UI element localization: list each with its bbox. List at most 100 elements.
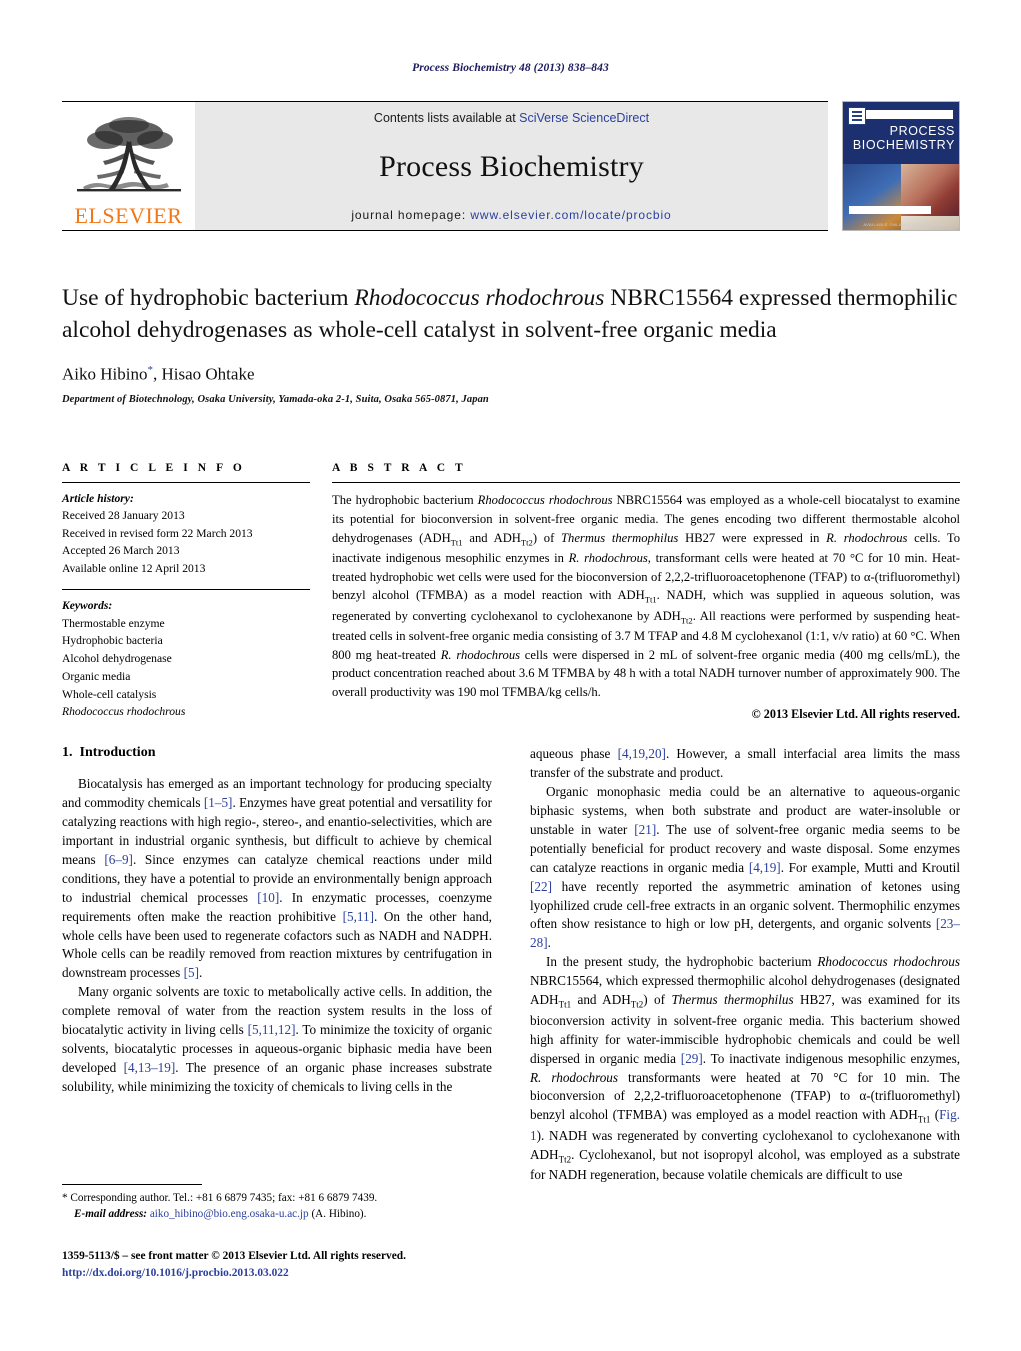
citation-link[interactable]: [22] — [530, 879, 552, 894]
abs-seg: ) of — [532, 530, 562, 545]
paragraph: aqueous phase [4,19,20]. However, a smal… — [530, 745, 960, 783]
cover-photo-left — [843, 164, 901, 230]
title-species: Rhodococcus rhodochrous — [354, 285, 605, 311]
text-seg: . — [198, 965, 203, 981]
title-part1: Use of hydrophobic bacterium — [62, 285, 355, 311]
cover-title-line2: BIOCHEMISTRY — [852, 138, 955, 153]
paragraph: Biocatalysis has emerged as an important… — [62, 775, 492, 983]
paragraph: In the present study, the hydrophobic ba… — [530, 953, 960, 1185]
citation-link[interactable]: [4,13–19] — [124, 1060, 176, 1075]
history-item: Received in revised form 22 March 2013 — [62, 526, 253, 540]
history-item: Available online 12 April 2013 — [62, 561, 206, 575]
elsevier-tree-icon — [76, 117, 181, 192]
email-label: E-mail address: — [74, 1207, 148, 1220]
abs-subscript: Tt2 — [520, 537, 533, 548]
journal-cover-thumbnail[interactable]: PROCESS BIOCHEMISTRY AVAILABLE ONLINE AT… — [842, 101, 960, 231]
paragraph: Many organic solvents are toxic to metab… — [62, 983, 492, 1097]
text-seg: . — [547, 935, 551, 951]
keyword-item-italic: Rhodococcus rhodochrous — [62, 705, 186, 719]
footnote-email-line: E-mail address: aiko_hibino@bio.eng.osak… — [62, 1207, 492, 1223]
keyword-item: Alcohol dehydrogenase — [62, 652, 172, 666]
homepage-prefix: journal homepage: — [351, 208, 471, 222]
footnote-contact-text: Corresponding author. Tel.: +81 6 6879 7… — [67, 1192, 378, 1204]
history-item: Accepted 26 March 2013 — [62, 544, 180, 558]
keyword-item: Whole-cell catalysis — [62, 687, 157, 701]
abs-seg: HB27 were expressed in — [678, 530, 827, 545]
species-name: Thermus thermophilus — [671, 992, 794, 1008]
abstract-copyright: © 2013 Elsevier Ltd. All rights reserved… — [751, 706, 960, 721]
paper-page: Process Biochemistry 48 (2013) 838–843 E… — [0, 0, 1021, 1351]
citation-link[interactable]: [4,19] — [749, 860, 781, 875]
sciencedirect-link[interactable]: SciVerse ScienceDirect — [519, 111, 649, 125]
abstract-heading: A B S T R A C T — [332, 462, 467, 474]
citation-link[interactable]: [5,11,12] — [248, 1022, 296, 1037]
footnote-rule — [62, 1184, 202, 1185]
text-seg: . To inactivate indigenous mesophilic en… — [702, 1050, 960, 1066]
body-column-right: aqueous phase [4,19,20]. However, a smal… — [530, 745, 960, 1185]
citation-link[interactable]: [5] — [184, 965, 199, 980]
affiliation: Department of Biotechnology, Osaka Unive… — [62, 394, 489, 406]
title-block: Use of hydrophobic bacterium Rhodococcus… — [62, 282, 960, 405]
text-seg: ) of — [643, 992, 672, 1008]
homepage-url-link[interactable]: www.elsevier.com/locate/procbio — [470, 208, 671, 222]
running-head: Process Biochemistry 48 (2013) 838–843 — [412, 62, 609, 74]
citation-link[interactable]: [29] — [681, 1051, 703, 1066]
body-columns: 1. Introduction Biocatalysis has emerged … — [62, 745, 960, 1185]
citation-link[interactable]: [1–5] — [204, 795, 233, 810]
issn-copyright-line: 1359-5113/$ – see front matter © 2013 El… — [62, 1250, 406, 1262]
email-link[interactable]: aiko_hibino@bio.eng.osaka-u.ac.jp — [150, 1208, 309, 1220]
species-name: R. rhodochrous — [530, 1069, 619, 1085]
corresponding-author-footnote: * Corresponding author. Tel.: +81 6 6879… — [62, 1184, 492, 1223]
subscript: Tt2 — [630, 999, 644, 1010]
section-title-introduction: 1. Introduction — [62, 745, 492, 761]
doi-link[interactable]: http://dx.doi.org/10.1016/j.procbio.2013… — [62, 1265, 542, 1282]
footnote-contact-line: * Corresponding author. Tel.: +81 6 6879… — [62, 1191, 492, 1207]
citation-link[interactable]: [10] — [257, 890, 279, 905]
author-primary: Aiko Hibino — [62, 365, 148, 385]
subscript: Tt1 — [917, 1115, 931, 1126]
article-info-column: A R T I C L E I N F O Article history: R… — [62, 462, 310, 722]
journal-masthead: ELSEVIER Contents lists available at Sci… — [62, 101, 960, 231]
abs-species: R. rhodochrous — [826, 530, 908, 545]
section-label: Introduction — [79, 745, 156, 760]
citation-link[interactable]: [6–9] — [104, 852, 133, 867]
cover-bottom-bar — [849, 206, 931, 214]
abstract-text: The hydrophobic bacterium Rhodococcus rh… — [332, 483, 960, 702]
subscript: Tt1 — [558, 999, 572, 1010]
page-footer: 1359-5113/$ – see front matter © 2013 El… — [62, 1248, 542, 1282]
text-seg: . Cyclohexanol, but not isopropyl alcoho… — [530, 1146, 960, 1183]
contents-available-line: Contents lists available at SciVerse Sci… — [374, 111, 649, 125]
abs-species: Rhodococcus rhodochrous — [477, 493, 613, 507]
citation-link[interactable]: [4,19,20] — [618, 746, 666, 761]
article-history-group: Article history: Received 28 January 201… — [62, 483, 310, 577]
abs-species: R. rhodochrous — [440, 647, 521, 662]
abs-species: R. rhodochrous — [568, 550, 648, 565]
elsevier-logo-block: ELSEVIER — [62, 101, 195, 231]
journal-homepage-line: journal homepage: www.elsevier.com/locat… — [351, 208, 671, 222]
citation-link[interactable]: [5,11] — [343, 909, 374, 924]
abs-subscript: Tt1 — [644, 594, 657, 605]
article-info-heading: A R T I C L E I N F O — [62, 462, 246, 474]
keywords-label: Keywords: — [62, 598, 113, 612]
elsevier-wordmark: ELSEVIER — [74, 203, 183, 228]
body-column-left: 1. Introduction Biocatalysis has emerged … — [62, 745, 492, 1185]
cover-photo-collage — [843, 164, 959, 230]
text-seg: ( — [930, 1107, 940, 1123]
author-list: Aiko Hibino*, Hisao Ohtake — [62, 364, 960, 385]
text-seg: and ADH — [571, 992, 631, 1008]
text-seg: have recently reported the asymmetric am… — [530, 878, 960, 932]
citation-link[interactable]: [21] — [634, 822, 656, 837]
keyword-item: Organic media — [62, 669, 131, 683]
abstract-column: A B S T R A C T The hydrophobic bacteriu… — [332, 462, 960, 722]
species-name: Rhodococcus rhodochrous — [817, 954, 960, 970]
journal-title: Process Biochemistry — [379, 149, 644, 183]
keywords-group: Keywords: Thermostable enzyme Hydrophobi… — [62, 590, 310, 721]
history-item: Received 28 January 2013 — [62, 509, 185, 523]
abs-subscript: Tt2 — [680, 615, 693, 626]
section-number: 1. — [62, 745, 73, 760]
abs-species: Thermus thermophilus — [561, 530, 679, 545]
text-seg: aqueous phase — [530, 746, 618, 761]
cover-title: PROCESS BIOCHEMISTRY — [843, 124, 955, 153]
info-abstract-section: A R T I C L E I N F O Article history: R… — [62, 462, 960, 722]
cover-badge-icon — [848, 107, 866, 125]
